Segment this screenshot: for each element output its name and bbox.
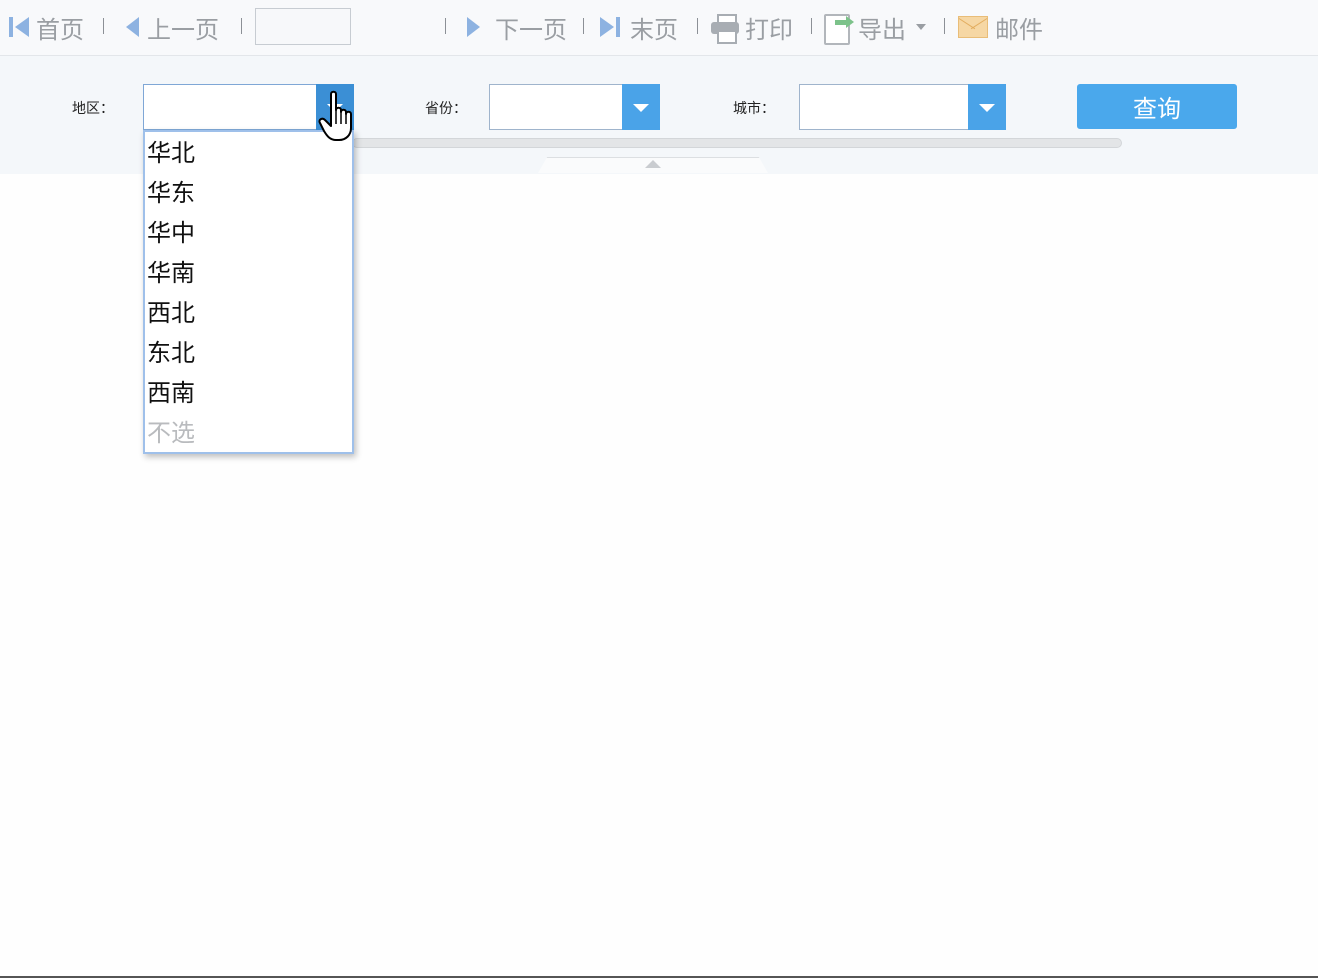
- first-page-icon: [6, 15, 32, 39]
- prev-page-icon: [123, 15, 143, 39]
- report-toolbar: 首页 上一页 下一页 末页 打印 导出 邮件: [0, 0, 1318, 56]
- print-button[interactable]: 打印: [709, 10, 793, 44]
- next-page-button[interactable]: 下一页: [463, 10, 567, 44]
- last-page-label: 末页: [630, 15, 678, 44]
- prev-page-label: 上一页: [147, 15, 219, 44]
- dropdown-option-none[interactable]: 不选: [147, 414, 195, 452]
- province-dropdown-button[interactable]: [622, 84, 660, 130]
- dropdown-option[interactable]: 华南: [147, 254, 195, 292]
- dropdown-option[interactable]: 东北: [147, 334, 195, 372]
- dropdown-option[interactable]: 西南: [147, 374, 195, 412]
- first-page-button[interactable]: 首页: [6, 10, 84, 44]
- prev-page-button[interactable]: 上一页: [123, 10, 219, 44]
- toolbar-divider: [583, 18, 584, 34]
- province-input[interactable]: [490, 85, 626, 129]
- next-page-icon: [463, 15, 485, 39]
- mail-button[interactable]: 邮件: [957, 10, 1043, 44]
- city-combobox[interactable]: [799, 84, 1006, 130]
- province-combobox[interactable]: [489, 84, 660, 130]
- toolbar-divider: [944, 18, 945, 34]
- page-number-input[interactable]: [255, 8, 351, 45]
- chevron-down-icon: [916, 24, 926, 30]
- export-label: 导出: [858, 15, 906, 44]
- toolbar-divider: [445, 18, 446, 34]
- region-dropdown-list: 华北 华东 华中 华南 西北 东北 西南 不选: [143, 130, 354, 454]
- chevron-down-icon: [633, 104, 649, 112]
- city-label: 城市：: [733, 101, 775, 117]
- toolbar-divider: [697, 18, 698, 34]
- mail-icon: [957, 14, 991, 40]
- print-icon: [709, 12, 741, 44]
- mail-label: 邮件: [995, 15, 1043, 44]
- last-page-button[interactable]: 末页: [598, 10, 678, 44]
- chevron-up-icon: [645, 160, 661, 168]
- dropdown-option[interactable]: 华中: [147, 214, 195, 252]
- toolbar-divider: [103, 18, 104, 34]
- province-label: 省份：: [425, 101, 467, 117]
- chevron-down-icon: [979, 104, 995, 112]
- dropdown-option[interactable]: 西北: [147, 294, 195, 332]
- export-button[interactable]: 导出: [822, 10, 926, 45]
- region-label: 地区：: [72, 101, 114, 117]
- city-dropdown-button[interactable]: [968, 84, 1006, 130]
- query-button[interactable]: 查询: [1077, 84, 1237, 129]
- last-page-icon: [598, 15, 626, 39]
- city-input[interactable]: [800, 85, 972, 129]
- dropdown-option[interactable]: 华东: [147, 174, 195, 212]
- export-icon: [822, 11, 854, 45]
- toolbar-divider: [811, 18, 812, 34]
- dropdown-option[interactable]: 华北: [147, 134, 195, 172]
- collapse-panel-toggle[interactable]: [538, 157, 768, 173]
- next-page-label: 下一页: [495, 15, 567, 44]
- horizontal-scrollbar[interactable]: [352, 138, 1122, 148]
- region-input[interactable]: [144, 85, 320, 129]
- print-label: 打印: [745, 15, 793, 44]
- first-page-label: 首页: [36, 15, 84, 44]
- toolbar-divider: [241, 18, 242, 34]
- hand-cursor-icon: [318, 90, 352, 141]
